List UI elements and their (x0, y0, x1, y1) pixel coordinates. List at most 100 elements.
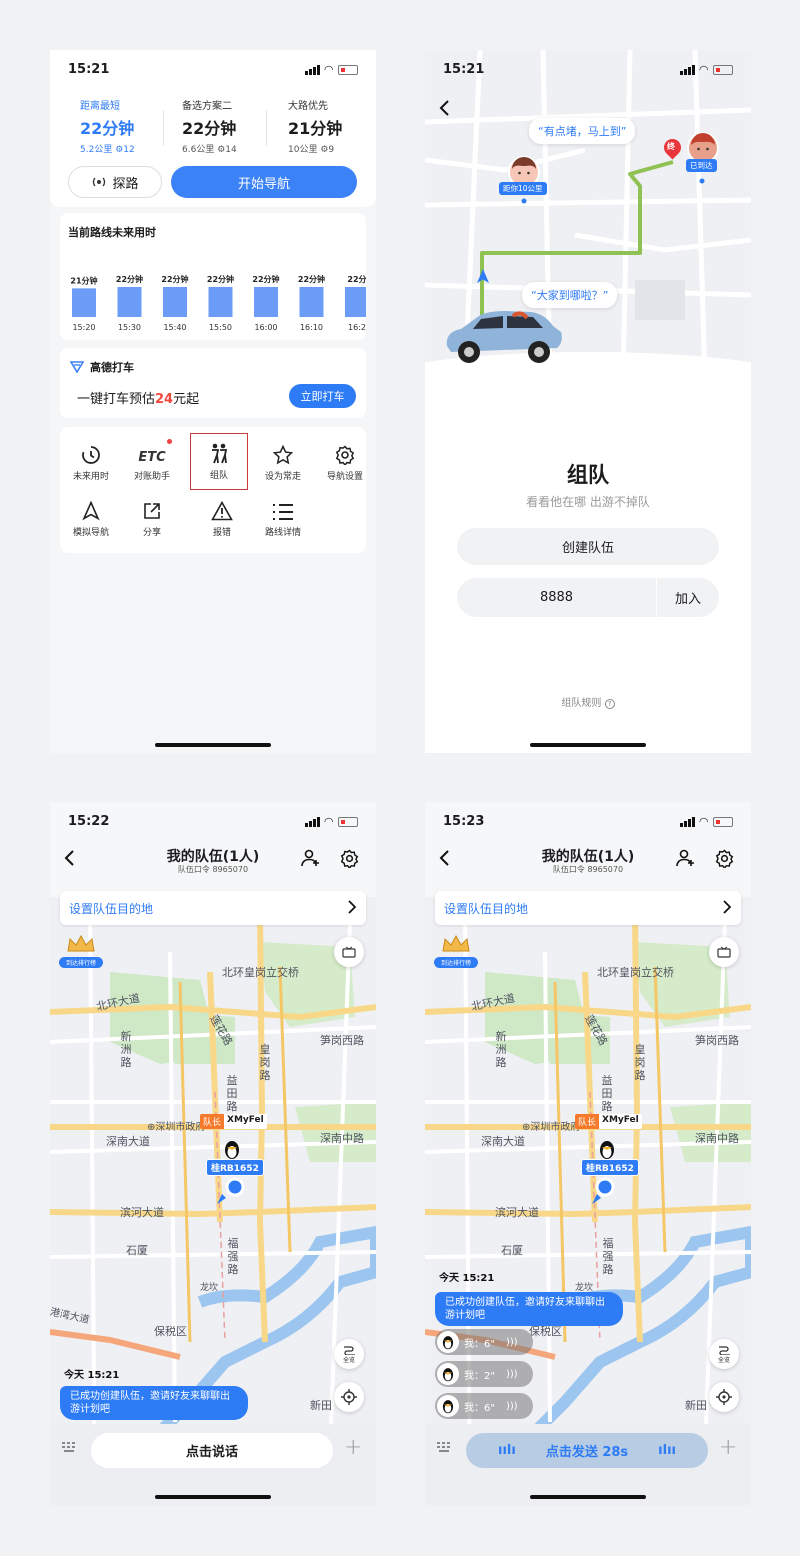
share-icon (144, 503, 160, 519)
team-leader-label: 队长 XMyFel (200, 1114, 267, 1129)
add-user-icon[interactable] (676, 849, 696, 867)
speech-bubble-where: “大家到哪啦？” (522, 282, 618, 308)
wifi-icon: ◠ (324, 63, 333, 76)
crosshair-icon (716, 1389, 732, 1405)
route-option-alt2[interactable]: 备选方案二 22分钟 6.6公里 ⚙14 (182, 97, 282, 155)
join-team-button[interactable]: 加入 (657, 578, 719, 617)
tool-nav-settings[interactable]: 导航设置 (316, 439, 374, 482)
taxi-estimate: 一键打车预估24元起 (77, 392, 200, 407)
set-destination-bar[interactable]: 设置队伍目的地 (435, 891, 741, 925)
sound-wave-icon: ıılı (497, 1443, 516, 1458)
full-view-button[interactable]: 全览 (709, 1339, 739, 1369)
wifi-icon: ◠ (699, 815, 708, 828)
sound-wave-icon: ılıı (658, 1443, 676, 1458)
team-code-input[interactable] (457, 578, 656, 617)
arrival-rank-badge[interactable]: 到达排行榜 (59, 934, 103, 968)
locate-me-button[interactable] (709, 1382, 739, 1412)
future-time-bar[interactable] (254, 287, 278, 317)
voice-message[interactable]: 我：6"))) (435, 1393, 533, 1419)
route-option-highway[interactable]: 大路优先 21分钟 10公里 ⚙9 (288, 97, 376, 155)
voice-message[interactable]: 我：6"))) (435, 1329, 533, 1355)
screen-team-intro: 15:21 ◠ “有点堵，马上到” “大家到哪啦？” 距你10公里 终 已到达 … (425, 50, 751, 753)
explore-button[interactable]: 探路 (68, 166, 162, 198)
call-taxi-button[interactable]: 立即打车 (289, 384, 356, 408)
back-icon[interactable] (439, 100, 451, 116)
crown-icon (67, 934, 95, 952)
page-subtitle: 看看他在哪 出游不掉队 (526, 495, 650, 509)
route-overview-icon (719, 1345, 730, 1355)
screen-route-plan: 15:21 ◠ 距离最短 22分钟 5.2公里 ⚙12 备选方案二 22分钟 6… (50, 50, 376, 753)
broadcast-icon[interactable] (334, 937, 364, 967)
speech-bubble-traffic: “有点堵，马上到” (529, 118, 636, 144)
future-time-bar[interactable] (72, 288, 96, 317)
taxi-brand-name: 高德打车 (90, 361, 134, 374)
plus-icon[interactable]: + (719, 1435, 737, 1460)
gear-icon[interactable] (715, 849, 734, 868)
broadcast-icon[interactable] (709, 937, 739, 967)
navigation-arrow-icon (477, 269, 489, 283)
qq-penguin-avatar-icon (442, 1336, 454, 1350)
keyboard-icon[interactable] (437, 1441, 453, 1453)
notification-dot (167, 439, 172, 444)
future-time-bar[interactable] (345, 287, 366, 317)
tool-set-frequent[interactable]: 设为常走 (254, 439, 312, 482)
system-message: 已成功创建队伍，邀请好友来聊聊出游计划吧 (435, 1292, 623, 1326)
plus-icon[interactable]: + (344, 1435, 362, 1460)
qq-penguin-avatar-icon (442, 1368, 454, 1382)
home-indicator (155, 1495, 271, 1499)
chevron-right-icon (723, 900, 731, 914)
create-team-button[interactable]: 创建队伍 (457, 528, 719, 565)
page-title: 我的队伍(1人) (166, 849, 260, 865)
full-view-button[interactable]: 全览 (334, 1339, 364, 1369)
tool-etc-assistant[interactable]: ETC 对账助手 (123, 439, 181, 482)
route-option-shortest[interactable]: 距离最短 22分钟 5.2公里 ⚙12 (80, 97, 180, 155)
status-bar: 15:21 ◠ (425, 50, 751, 90)
team-rules-link[interactable]: 组队规则 ? (425, 694, 751, 709)
wifi-icon: ◠ (699, 63, 708, 76)
crown-icon (442, 934, 470, 952)
team-code: 队伍口令 8965070 (177, 865, 249, 874)
tag-arrived: 已到达 (686, 159, 717, 172)
keyboard-icon[interactable] (62, 1441, 78, 1453)
qq-penguin-avatar-icon[interactable] (596, 1138, 618, 1160)
tool-report-error[interactable]: 报错 (193, 495, 251, 538)
battery-icon (338, 816, 358, 827)
tool-team[interactable]: 组队 (190, 433, 248, 490)
voice-message[interactable]: 我：2"))) (435, 1361, 533, 1387)
crosshair-icon (341, 1389, 357, 1405)
status-bar: 15:22 ◠ (50, 802, 376, 842)
set-destination-bar[interactable]: 设置队伍目的地 (60, 891, 366, 925)
future-time-bar[interactable] (299, 287, 324, 317)
team-code: 队伍口令 8965070 (552, 865, 624, 874)
status-time: 15:21 (443, 62, 485, 77)
battery-icon (338, 64, 358, 75)
send-voice-button[interactable]: ıılı 点击发送 28s ılıı (466, 1433, 708, 1468)
sound-wave-icon: ))) (505, 1400, 518, 1412)
start-navigation-button[interactable]: 开始导航 (171, 166, 357, 198)
locate-me-button[interactable] (334, 1382, 364, 1412)
qq-penguin-avatar-icon (442, 1400, 454, 1414)
future-time-bar[interactable] (208, 287, 233, 317)
add-user-icon[interactable] (301, 849, 321, 867)
join-team-row: 加入 (457, 578, 719, 617)
future-time-bar[interactable] (163, 287, 187, 317)
future-time-bar[interactable] (117, 287, 142, 317)
qq-penguin-avatar-icon[interactable] (221, 1138, 243, 1160)
list-icon (273, 504, 293, 520)
tool-route-details[interactable]: 路线详情 (254, 495, 312, 538)
chat-input-bar: 点击说话 + (50, 1424, 376, 1505)
tool-simulate-nav[interactable]: 模拟导航 (62, 495, 120, 538)
signal-icon (679, 64, 695, 75)
battery-icon (713, 816, 733, 827)
gear-icon[interactable] (340, 849, 359, 868)
tool-share[interactable]: 分享 (123, 495, 181, 538)
home-indicator (530, 1495, 646, 1499)
screen-my-team: 15:22 ◠ 我的队伍(1人) 队伍口令 8965070 设置队伍目的地 到达… (50, 802, 376, 1505)
status-time: 15:21 (68, 62, 110, 77)
bar-time-label: 16:00 (254, 323, 277, 332)
tool-future-time[interactable]: 未来用时 (62, 439, 120, 482)
arrival-rank-badge[interactable]: 到达排行榜 (434, 934, 478, 968)
system-message: 已成功创建队伍，邀请好友来聊聊出游计划吧 (60, 1386, 248, 1420)
car-illustration (446, 311, 562, 363)
hold-to-talk-button[interactable]: 点击说话 (91, 1433, 333, 1468)
